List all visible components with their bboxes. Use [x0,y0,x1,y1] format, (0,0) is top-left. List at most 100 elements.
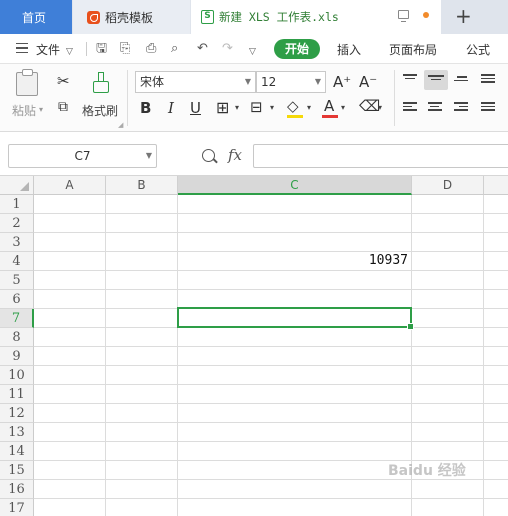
align-middle-button[interactable] [424,70,448,90]
align-center-icon[interactable] [428,102,444,114]
cell-a6[interactable] [34,290,106,309]
menu-insert[interactable]: 插入 [337,41,361,58]
cell-b2[interactable] [106,214,178,233]
redo-icon[interactable]: ↷ [222,42,233,56]
cell-c11[interactable] [178,385,412,404]
chevron-down-icon[interactable]: ▾ [341,103,345,112]
selected-cell-c7[interactable] [177,307,414,330]
cell-a15[interactable] [34,461,106,480]
row-header-9[interactable]: 9 [0,347,34,366]
cell-b14[interactable] [106,442,178,461]
cell-d8[interactable] [412,328,484,347]
cell-a11[interactable] [34,385,106,404]
print-preview-icon[interactable]: ⌕ [171,42,178,56]
font-color-button[interactable]: A [324,97,334,115]
cell-c9[interactable] [178,347,412,366]
cell-e6[interactable] [484,290,508,309]
cell-a8[interactable] [34,328,106,347]
row-header-8[interactable]: 8 [0,328,34,347]
italic-button[interactable]: I [168,99,174,117]
cell-b17[interactable] [106,499,178,516]
row-header-12[interactable]: 12 [0,404,34,423]
chevron-down-icon[interactable]: ▾ [235,103,239,112]
align-right-icon[interactable] [454,102,470,114]
row-header-17[interactable]: 17 [0,499,34,516]
align-left-icon[interactable] [403,102,419,114]
fill-color-icon[interactable]: ◇ [287,97,299,115]
insert-function-icon[interactable]: fx [228,146,242,164]
cell-c4[interactable]: 10937 [178,252,412,271]
cell-b5[interactable] [106,271,178,290]
row-header-4[interactable]: 4 [0,252,34,271]
cell-b16[interactable] [106,480,178,499]
formula-input[interactable] [253,144,508,168]
cell-e13[interactable] [484,423,508,442]
cell-d4[interactable] [412,252,484,271]
cell-e8[interactable] [484,328,508,347]
cell-a7[interactable] [34,309,106,328]
align-bottom-icon[interactable] [454,76,470,88]
cell-d12[interactable] [412,404,484,423]
cell-b7[interactable] [106,309,178,328]
cell-c8[interactable] [178,328,412,347]
row-header-7[interactable]: 7 [0,309,34,328]
cut-icon[interactable]: ✂ [57,72,70,90]
cell-a12[interactable] [34,404,106,423]
row-header-15[interactable]: 15 [0,461,34,480]
justify-icon[interactable] [481,102,497,114]
row-header-3[interactable]: 3 [0,233,34,252]
cell-e2[interactable] [484,214,508,233]
undo-icon[interactable]: ↶ [197,42,208,56]
paste-dropdown-icon[interactable]: ▾ [39,105,43,114]
font-grow-button[interactable]: A⁺ [333,73,351,91]
menu-formula[interactable]: 公式 [466,41,490,58]
row-header-10[interactable]: 10 [0,366,34,385]
cell-a17[interactable] [34,499,106,516]
chevron-down-icon[interactable]: ▾ [378,103,382,112]
column-header-a[interactable]: A [34,176,106,195]
cell-a5[interactable] [34,271,106,290]
clipboard-launcher-icon[interactable]: ◢ [118,121,123,129]
cell-e9[interactable] [484,347,508,366]
print-icon[interactable]: ⎙ [146,42,156,56]
name-box[interactable]: C7 ▼ [8,144,157,168]
cell-a1[interactable] [34,195,106,214]
borders-icon[interactable]: ⊞ [216,98,229,117]
cell-e3[interactable] [484,233,508,252]
cell-e14[interactable] [484,442,508,461]
cell-c10[interactable] [178,366,412,385]
font-name-select[interactable]: 宋体 ▼ [135,71,256,93]
cell-d16[interactable] [412,480,484,499]
cell-a3[interactable] [34,233,106,252]
cell-b12[interactable] [106,404,178,423]
row-header-5[interactable]: 5 [0,271,34,290]
cell-e16[interactable] [484,480,508,499]
cell-e7[interactable] [484,309,508,328]
cell-b10[interactable] [106,366,178,385]
cell-c15[interactable] [178,461,412,480]
cell-a4[interactable] [34,252,106,271]
zoom-icon[interactable] [202,149,215,162]
row-header-16[interactable]: 16 [0,480,34,499]
cell-c13[interactable] [178,423,412,442]
cell-c14[interactable] [178,442,412,461]
cell-a9[interactable] [34,347,106,366]
cell-d6[interactable] [412,290,484,309]
cell-e11[interactable] [484,385,508,404]
cell-b4[interactable] [106,252,178,271]
cell-c16[interactable] [178,480,412,499]
align-top-icon[interactable] [403,74,419,86]
hamburger-menu-icon[interactable] [16,43,28,53]
cell-d13[interactable] [412,423,484,442]
tab-home[interactable]: 首页 [0,0,72,34]
column-header-e[interactable] [484,176,508,195]
cell-b8[interactable] [106,328,178,347]
cell-e1[interactable] [484,195,508,214]
chevron-down-icon[interactable]: ▾ [270,103,274,112]
cell-d2[interactable] [412,214,484,233]
cell-d9[interactable] [412,347,484,366]
cell-d3[interactable] [412,233,484,252]
chevron-down-icon[interactable]: ▽ [66,45,73,59]
cell-c3[interactable] [178,233,412,252]
cell-b3[interactable] [106,233,178,252]
